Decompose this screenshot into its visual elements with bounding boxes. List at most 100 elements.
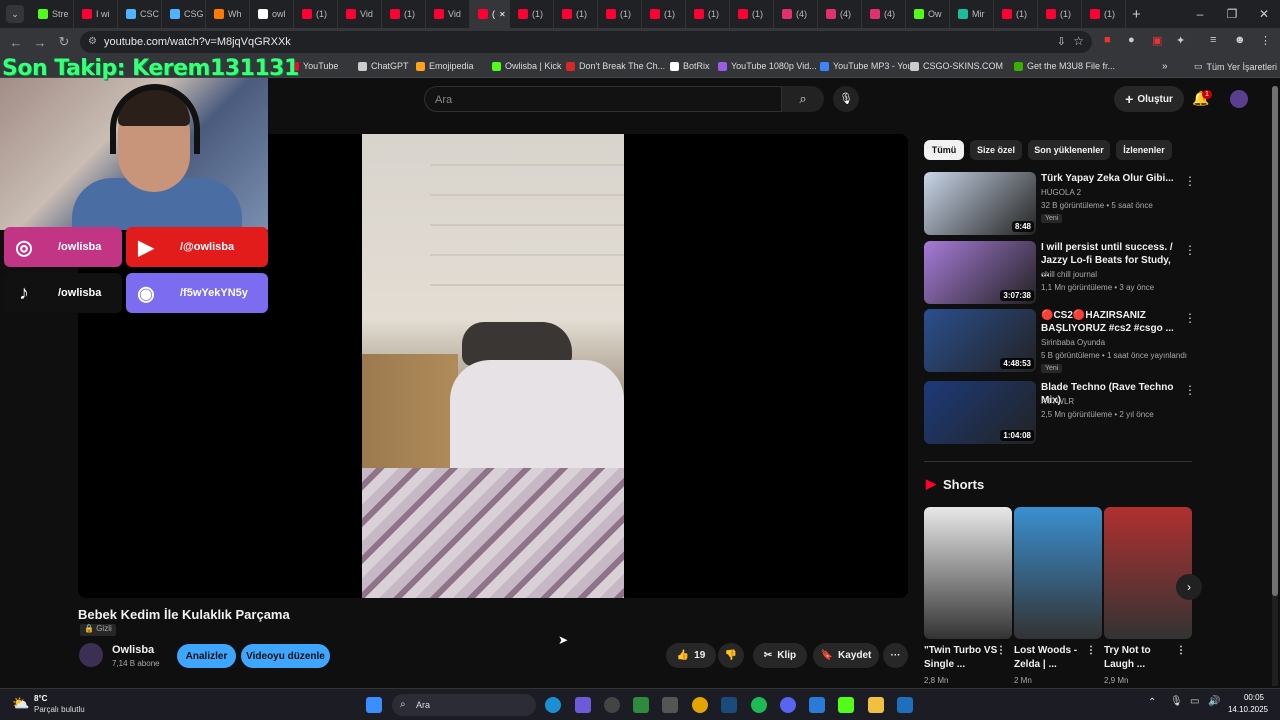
media-control-icon[interactable]: ≡ — [1210, 34, 1216, 46]
filter-chip[interactable]: Son yüklenenler — [1028, 140, 1110, 160]
browser-tab[interactable]: (1) — [294, 0, 338, 28]
tab-search-icon[interactable]: ⌄ — [6, 5, 24, 23]
vscode-icon[interactable] — [809, 697, 825, 713]
tray-chevron-icon[interactable]: ⌃ — [1148, 697, 1156, 708]
browser-tab[interactable]: (1) — [730, 0, 774, 28]
bookmark-item[interactable]: Get the M3U8 File fr... — [1014, 61, 1115, 71]
browser-tab[interactable]: Vid — [426, 0, 470, 28]
video-title[interactable]: 🔴CS2🔴HAZIRSANIZ BAŞLIYORUZ #cs2 #csgo ..… — [1041, 309, 1177, 335]
browser-tab[interactable]: (1) — [598, 0, 642, 28]
spotify-icon[interactable] — [751, 697, 767, 713]
browser-tab[interactable]: Vid — [338, 0, 382, 28]
short-thumbnail[interactable] — [924, 507, 1012, 639]
browser-tab[interactable]: (4) — [862, 0, 906, 28]
menu-icon[interactable]: ⋮ — [1260, 34, 1271, 47]
browser-tab[interactable]: (4) — [818, 0, 862, 28]
browser-tab[interactable]: (1) — [994, 0, 1038, 28]
browser-tab[interactable]: CSG — [162, 0, 206, 28]
analytics-button[interactable]: Analizler — [177, 644, 236, 668]
edge-icon[interactable] — [545, 697, 561, 713]
browser-tab[interactable]: (1) — [1082, 0, 1126, 28]
microphone-icon[interactable]: 🎙 — [1170, 696, 1183, 707]
extension-icon[interactable]: ■ — [1104, 34, 1111, 46]
video-thumbnail[interactable]: 1:04:08 — [924, 381, 1036, 444]
filter-chip[interactable]: İzlenenler — [1116, 140, 1172, 160]
like-button[interactable]: 👍 19 — [666, 643, 716, 668]
short-thumbnail[interactable] — [1014, 507, 1102, 639]
short-title[interactable]: Lost Woods - Zelda | ... — [1014, 644, 1092, 672]
filter-chip[interactable]: Tümü — [924, 140, 964, 160]
short-title[interactable]: "Twin Turbo VS Single ... — [924, 644, 1002, 672]
extension-icon[interactable]: ● — [1128, 34, 1135, 46]
browser-tab[interactable]: Wh — [206, 0, 250, 28]
video-thumbnail[interactable]: 8:48 — [924, 172, 1036, 235]
bookmark-item[interactable]: Don't Break The Ch... — [566, 61, 665, 71]
new-tab-button[interactable]: + — [1132, 6, 1141, 23]
channel-name[interactable]: HUGOLA 2 — [1041, 188, 1081, 197]
xbox-icon[interactable] — [633, 697, 649, 713]
video-thumbnail[interactable]: 3:07:38 — [924, 241, 1036, 304]
clock-time[interactable]: 00:05 — [1234, 693, 1264, 702]
browser-tab[interactable]: (1) — [554, 0, 598, 28]
filter-chip[interactable]: Size özel — [970, 140, 1022, 160]
save-button[interactable]: 🔖 Kaydet — [813, 643, 879, 668]
browser-tab[interactable]: (1) — [1038, 0, 1082, 28]
all-bookmarks-folder[interactable]: ▭ Tüm Yer İşaretleri — [1194, 61, 1277, 72]
recommended-video[interactable]: 4:48:53 🔴CS2🔴HAZIRSANIZ BAŞLIYORUZ #cs2 #… — [924, 309, 1196, 373]
recommended-video[interactable]: 8:48 Türk Yapay Zeka Olur Gibi... HUGOLA 2… — [924, 172, 1196, 236]
capture-icon[interactable] — [662, 697, 678, 713]
bookmark-star-icon[interactable]: ☆ — [1073, 34, 1084, 48]
browser-tab[interactable]: I wi — [74, 0, 118, 28]
profile-icon[interactable]: ☻ — [1234, 34, 1246, 46]
edit-video-button[interactable]: Videoyu düzenle — [241, 644, 330, 668]
browser-tab[interactable]: (4) — [774, 0, 818, 28]
bookmark-item[interactable]: Emojipedia — [416, 61, 474, 71]
browser-tab[interactable]: (1) — [510, 0, 554, 28]
address-bar[interactable]: ⚙ youtube.com/watch?v=M8jqVqGRXXk ⇩ ☆ — [80, 31, 1092, 53]
extension-icon[interactable]: ▣ — [1152, 34, 1162, 47]
network-icon[interactable]: ▭ — [1190, 696, 1199, 707]
volume-icon[interactable]: 🔊 — [1208, 696, 1220, 707]
browser-tab[interactable]: Ow — [906, 0, 950, 28]
short-thumbnail[interactable] — [1104, 507, 1192, 639]
chrome-icon[interactable] — [692, 697, 708, 713]
search-input[interactable]: Ara — [424, 86, 782, 112]
restore-icon[interactable]: ❐ — [1216, 7, 1248, 21]
channel-name[interactable]: Owlisba — [112, 644, 154, 656]
search-icon[interactable]: ⌕ — [782, 86, 824, 112]
recommended-video[interactable]: 1:04:08 Blade Techno (Rave Techno Mix) RTT… — [924, 381, 1196, 445]
windows-start-icon[interactable] — [366, 697, 382, 713]
copilot-icon[interactable] — [575, 697, 591, 713]
site-info-icon[interactable]: ⚙ — [88, 36, 97, 47]
browser-tab[interactable]: (✕ — [470, 0, 510, 28]
browser-tab[interactable]: (1) — [382, 0, 426, 28]
bookmark-item[interactable]: CSGO-SKINS.COM — [910, 61, 1003, 71]
channel-name[interactable]: chill chill journal — [1041, 270, 1097, 279]
clip-button[interactable]: ✂ Klip — [753, 643, 807, 668]
forward-icon[interactable]: → — [28, 35, 52, 50]
more-options-icon[interactable]: ⋮ — [1184, 174, 1196, 188]
bookmark-item[interactable]: BotRix — [670, 61, 710, 71]
channel-name[interactable]: RTTWLR — [1041, 397, 1074, 406]
more-options-icon[interactable]: ⋮ — [1086, 644, 1096, 658]
create-button[interactable]: + Oluştur — [1114, 86, 1184, 112]
shorts-next-arrow-icon[interactable]: › — [1176, 574, 1202, 600]
scrollbar[interactable] — [1272, 86, 1278, 686]
video-frame[interactable] — [362, 134, 624, 598]
browser-tab[interactable]: Stre — [30, 0, 74, 28]
reload-icon[interactable]: ↻ — [52, 34, 76, 50]
app-icon[interactable] — [897, 697, 913, 713]
back-icon[interactable]: ← — [4, 35, 28, 50]
video-thumbnail[interactable]: 4:48:53 — [924, 309, 1036, 372]
extensions-puzzle-icon[interactable]: ✦ — [1176, 34, 1185, 47]
browser-tab[interactable]: (1) — [686, 0, 730, 28]
browser-tab[interactable]: Mir — [950, 0, 994, 28]
microphone-icon[interactable]: 🎙 — [833, 86, 859, 112]
browser-tab[interactable]: owl — [250, 0, 294, 28]
bookmark-item[interactable]: YouTube 1080p Vid... — [718, 61, 817, 71]
minimize-icon[interactable]: – — [1184, 7, 1216, 21]
steam-icon[interactable] — [721, 697, 737, 713]
browser-tab[interactable]: CSC — [118, 0, 162, 28]
file-explorer-icon[interactable] — [868, 697, 884, 713]
more-options-icon[interactable]: ⋮ — [996, 644, 1006, 658]
